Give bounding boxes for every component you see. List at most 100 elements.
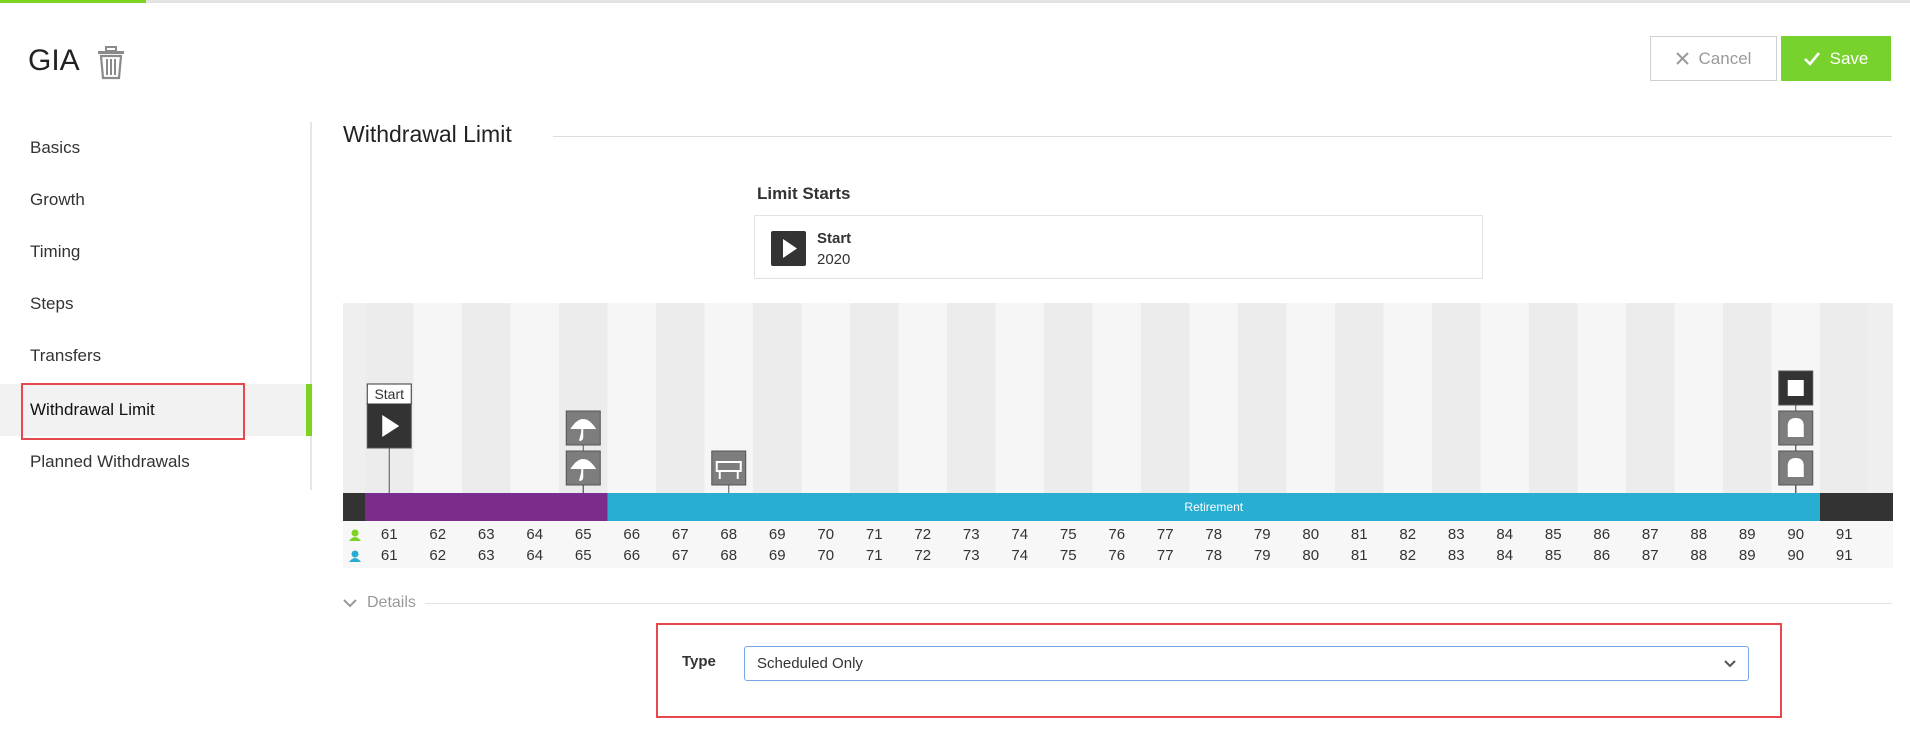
timeline-column <box>510 303 559 493</box>
trash-icon[interactable] <box>96 46 126 80</box>
timeline-column <box>1092 303 1141 493</box>
age-label-person1: 61 <box>381 526 398 543</box>
age-label-person1: 87 <box>1642 526 1659 543</box>
age-label-person1: 85 <box>1545 526 1562 543</box>
age-label-person2: 82 <box>1399 547 1416 564</box>
timeline-column <box>607 303 656 493</box>
details-toggle[interactable]: Details <box>343 593 416 613</box>
headstone-icon[interactable] <box>1778 410 1814 446</box>
type-label: Type <box>682 653 716 670</box>
age-label-person1: 70 <box>817 526 834 543</box>
type-select-value: Scheduled Only <box>757 655 863 672</box>
cancel-button[interactable]: Cancel <box>1650 36 1777 81</box>
age-label-person1: 88 <box>1690 526 1707 543</box>
age-label-person1: 64 <box>526 526 543 543</box>
play-icon[interactable] <box>366 403 412 449</box>
timeline-column <box>1480 303 1529 493</box>
timeline-column <box>1674 303 1723 493</box>
save-button[interactable]: Save <box>1781 36 1891 81</box>
timeline-column <box>656 303 705 493</box>
sidebar-item-label: Planned Withdrawals <box>30 452 190 471</box>
event-label: Start <box>374 386 404 402</box>
chevron-down-icon <box>343 599 357 608</box>
timeline-column <box>1529 303 1578 493</box>
details-label: Details <box>367 594 416 611</box>
age-label-person2: 78 <box>1205 547 1222 564</box>
section-title: Withdrawal Limit <box>343 121 512 147</box>
timeline-column <box>850 303 899 493</box>
sidebar-item-timing[interactable]: Timing <box>0 226 310 278</box>
play-icon <box>771 231 806 266</box>
sidebar-item-label: Withdrawal Limit <box>30 400 155 419</box>
age-label-person1: 69 <box>769 526 786 543</box>
age-label-person1: 80 <box>1302 526 1319 543</box>
age-label-person2: 67 <box>672 547 689 564</box>
close-icon <box>1675 52 1689 65</box>
timeline-column <box>1238 303 1287 493</box>
age-label-person2: 69 <box>769 547 786 564</box>
person2-icon <box>351 550 359 558</box>
sidebar-item-label: Growth <box>30 190 85 209</box>
umbrella-icon[interactable] <box>565 450 601 486</box>
age-label-person2: 73 <box>963 547 980 564</box>
type-select[interactable]: Scheduled Only <box>744 646 1749 681</box>
age-label-person2: 63 <box>478 547 495 564</box>
age-label-person1: 90 <box>1787 526 1804 543</box>
age-label-person2: 84 <box>1496 547 1513 564</box>
roadblock-icon[interactable] <box>711 450 747 486</box>
sidebar-item-label: Basics <box>30 138 81 157</box>
timeline-column <box>1189 303 1238 493</box>
age-label-person2: 74 <box>1011 547 1028 564</box>
limit-starts-label: Limit Starts <box>757 184 851 203</box>
cancel-label: Cancel <box>1698 48 1752 68</box>
timeline-column <box>995 303 1044 493</box>
sidebar-item-basics[interactable]: Basics <box>0 122 310 174</box>
age-label-person2: 64 <box>526 547 543 564</box>
age-label-person1: 75 <box>1060 526 1077 543</box>
timeline-column <box>801 303 850 493</box>
headstone-icon[interactable] <box>1778 450 1814 486</box>
details-divider <box>425 603 1892 604</box>
age-label-person2: 66 <box>623 547 640 564</box>
sidebar-item-withdrawal-limit[interactable]: Withdrawal Limit <box>0 384 312 436</box>
timeline-column <box>1432 303 1481 493</box>
limit-starts-year: 2020 <box>817 251 851 268</box>
sidebar-item-growth[interactable]: Growth <box>0 174 310 226</box>
age-label-person2: 81 <box>1351 547 1368 564</box>
age-label-person2: 79 <box>1254 547 1271 564</box>
chevron-down-icon <box>1724 660 1736 668</box>
stop-icon[interactable] <box>1778 370 1814 406</box>
timeline-column <box>898 303 947 493</box>
timeline-column <box>1383 303 1432 493</box>
sidebar-item-planned-withdrawals[interactable]: Planned Withdrawals <box>0 436 310 488</box>
age-label-person1: 76 <box>1108 526 1125 543</box>
save-label: Save <box>1829 48 1869 68</box>
person1-icon <box>351 529 359 537</box>
age-label-person2: 80 <box>1302 547 1319 564</box>
age-label-person1: 77 <box>1157 526 1174 543</box>
age-label-person2: 76 <box>1108 547 1125 564</box>
age-label-person1: 82 <box>1399 526 1416 543</box>
age-label-person1: 65 <box>575 526 592 543</box>
age-label-person2: 65 <box>575 547 592 564</box>
active-tab-indicator <box>0 0 146 3</box>
timeline-chart[interactable]: Retirement 61 62 63 64 65 66 67 68 69 70 71 72 73 74 75… <box>343 303 1893 568</box>
sidebar-item-label: Steps <box>30 294 74 313</box>
sidebar-item-label: Timing <box>30 242 81 261</box>
age-label-person1: 78 <box>1205 526 1222 543</box>
timeline-column <box>1723 303 1772 493</box>
age-label-person1: 84 <box>1496 526 1513 543</box>
age-label-person1: 66 <box>623 526 640 543</box>
sidebar-item-transfers[interactable]: Transfers <box>0 330 310 382</box>
page-title: GIA <box>28 44 80 77</box>
age-label-person1: 89 <box>1739 526 1756 543</box>
umbrella-icon[interactable] <box>565 410 601 446</box>
age-label-person1: 83 <box>1448 526 1465 543</box>
sidebar-item-steps[interactable]: Steps <box>0 278 310 330</box>
limit-starts-name: Start <box>817 230 852 247</box>
limit-starts-card[interactable]: Start 2020 <box>754 215 1483 279</box>
age-label-person2: 89 <box>1739 547 1756 564</box>
timeline-column <box>1141 303 1190 493</box>
age-label-person1: 86 <box>1593 526 1610 543</box>
age-label-person1: 72 <box>914 526 931 543</box>
